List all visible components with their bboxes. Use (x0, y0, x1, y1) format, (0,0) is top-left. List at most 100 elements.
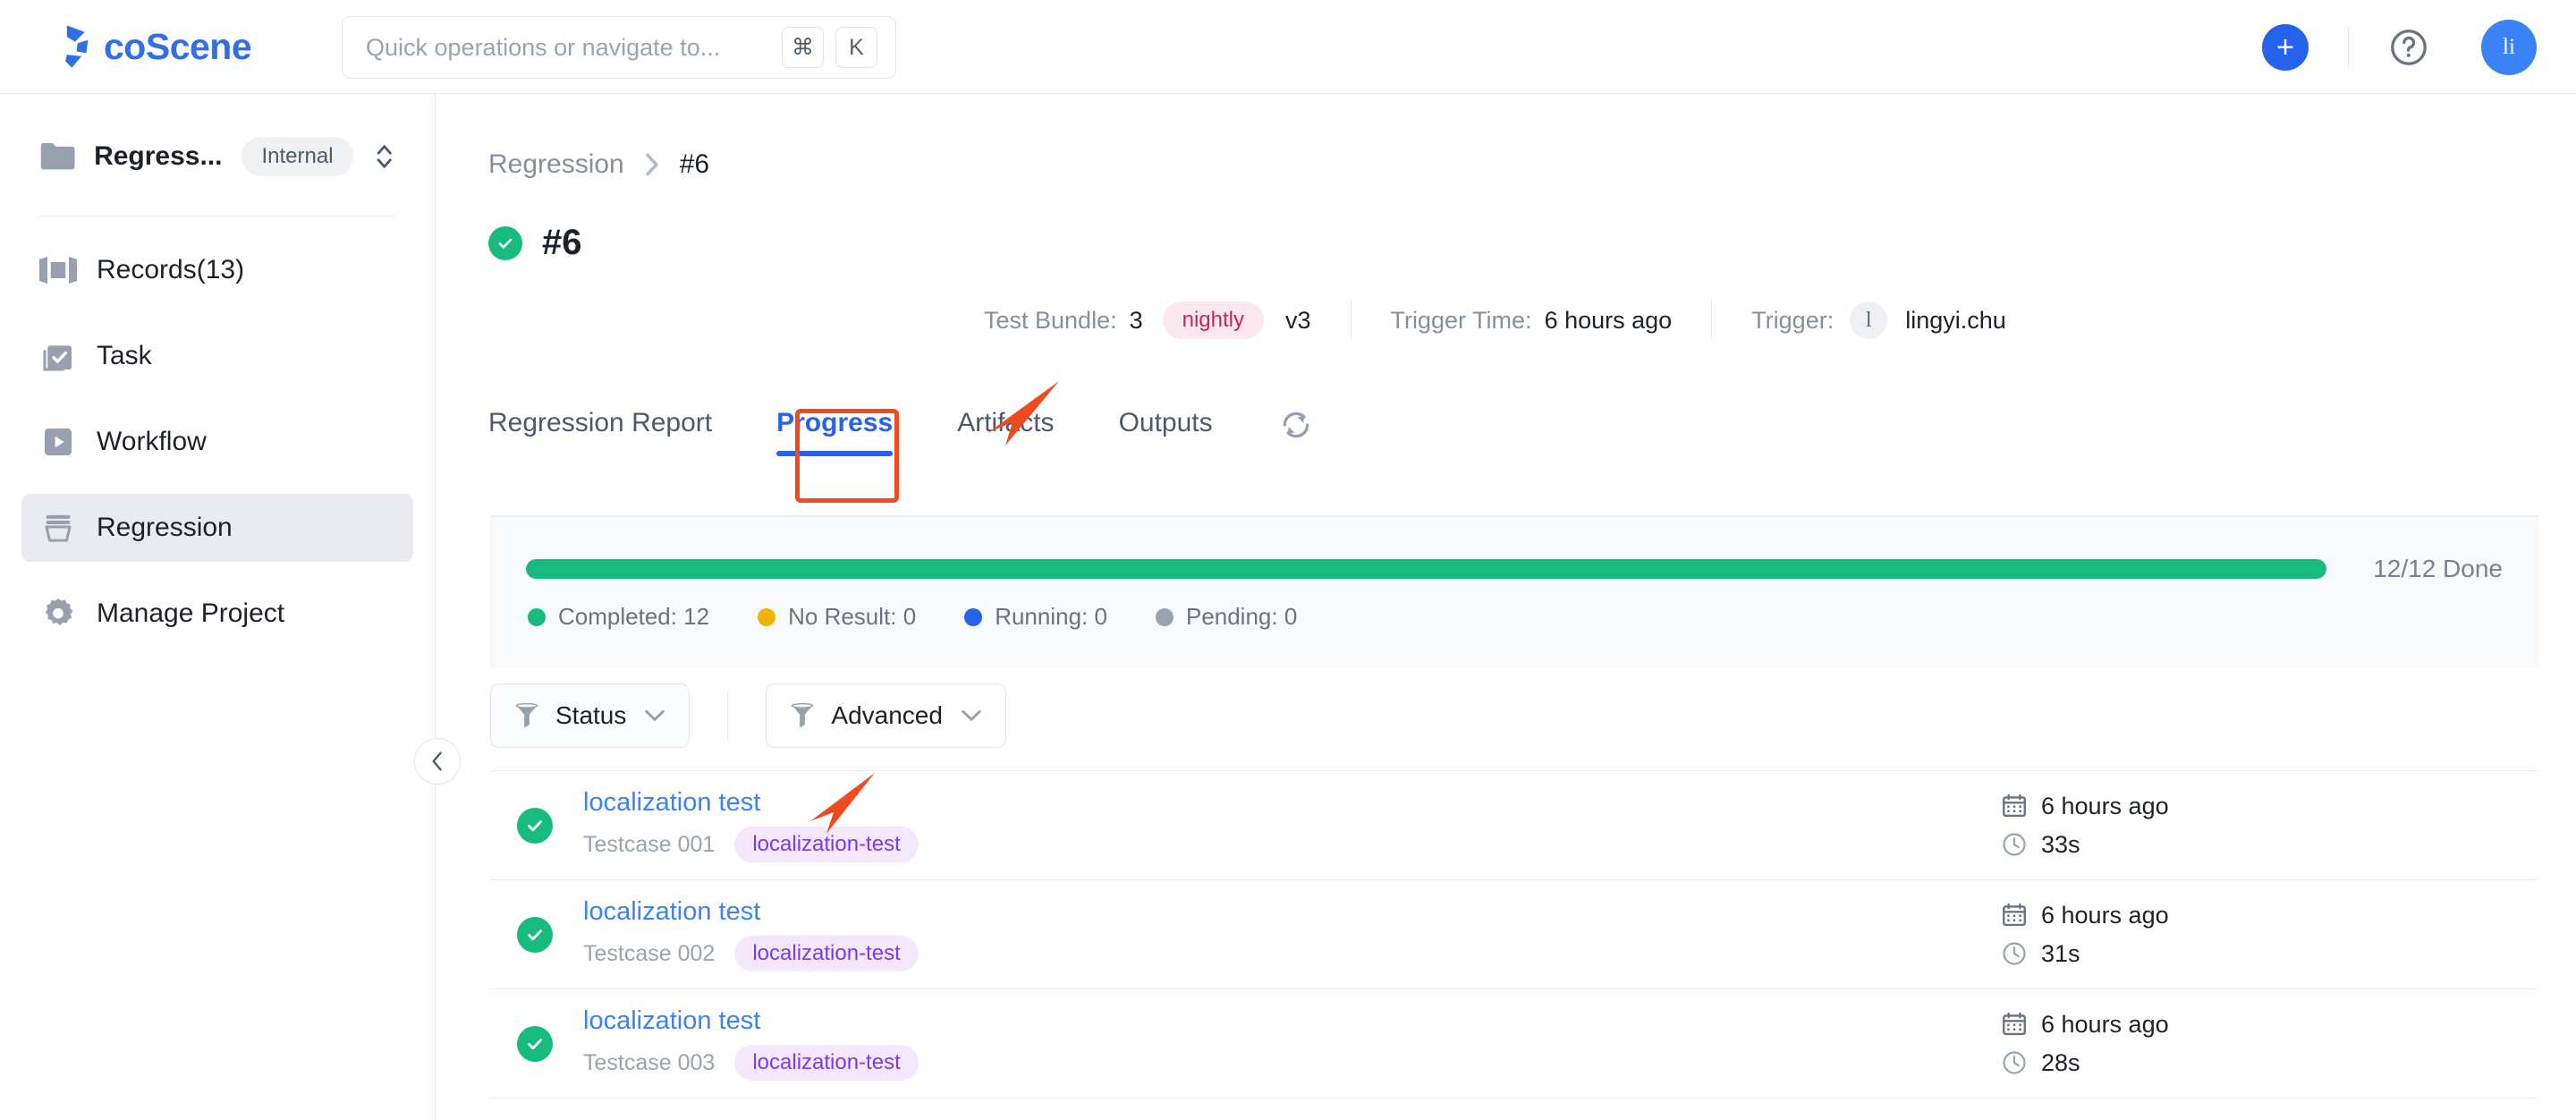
progress-bar-fill (526, 559, 2327, 579)
row-main: localization test Testcase 003 localizat… (583, 1006, 1966, 1081)
clock-icon (2003, 942, 2026, 965)
sidebar-item-label: Workflow (97, 427, 207, 456)
legend-dot-running (964, 607, 983, 626)
nightly-tag: nightly (1162, 301, 1264, 339)
global-search[interactable]: ⌘ K (342, 16, 896, 79)
status-success-icon (488, 225, 522, 260)
chevron-updown-icon[interactable] (373, 141, 395, 172)
sidebar-item-label: Manage Project (97, 598, 285, 628)
records-icon (39, 251, 77, 289)
legend-label: No Result: 0 (788, 603, 917, 630)
legend-dot-pending (1155, 607, 1174, 626)
calendar-icon (2003, 903, 2026, 927)
sidebar-item-records[interactable]: Records(13) (21, 236, 413, 304)
search-input[interactable] (343, 33, 782, 62)
trigger-time-label: Trigger Time: (1390, 306, 1532, 334)
chevron-left-icon (432, 751, 442, 771)
progress-caption: 12/12 Done (2373, 555, 2503, 582)
brand-name: coScene (104, 25, 252, 67)
sidebar-nav: Records(13) Task Workflow Regression Man… (0, 236, 435, 648)
sidebar-item-workflow[interactable]: Workflow (21, 408, 413, 476)
filter-toolbar: Status Advanced (490, 666, 1006, 765)
row-tag: localization-test (734, 1045, 919, 1081)
row-meta-group: 6 hours ago 33s (1966, 793, 2538, 859)
legend-label: Running: 0 (995, 603, 1107, 630)
row-case-name: Testcase 001 (583, 831, 716, 857)
trigger-user-name: lingyi.chu (1905, 306, 2006, 334)
row-duration: 33s (2002, 831, 2538, 859)
row-time-text: 6 hours ago (2041, 792, 2169, 819)
sidebar-item-label: Regression (97, 513, 233, 542)
status-filter-button[interactable]: Status (490, 683, 691, 748)
project-name: Regress... (94, 141, 223, 171)
help-icon[interactable] (2388, 27, 2429, 68)
table-row[interactable]: localization test Testcase 003 localizat… (490, 989, 2538, 1099)
table-row[interactable]: localization test Testcase 002 localizat… (490, 880, 2538, 989)
row-status-success-icon (517, 916, 553, 953)
row-time: 6 hours ago (2002, 793, 2538, 820)
task-icon (39, 337, 77, 375)
sidebar-collapse-button[interactable] (414, 738, 461, 785)
regression-icon (39, 509, 77, 547)
advanced-filter-button[interactable]: Advanced (766, 683, 1006, 748)
tab-outputs[interactable]: Outputs (1119, 408, 1213, 456)
top-header-bar: coScene ⌘ K + li (0, 0, 2576, 94)
row-subtitle: Testcase 001 localization-test (583, 827, 1966, 862)
row-time: 6 hours ago (2002, 1011, 2538, 1039)
row-meta-group: 6 hours ago 31s (1966, 902, 2538, 968)
row-tag: localization-test (734, 936, 919, 972)
tab-progress[interactable]: Progress (776, 408, 894, 456)
clock-icon (2003, 1051, 2026, 1074)
table-row[interactable]: localization test Testcase 001 localizat… (490, 771, 2538, 880)
row-tag: localization-test (734, 827, 919, 862)
search-shortcut-group: ⌘ K (782, 27, 895, 68)
row-title-link[interactable]: localization test (583, 788, 760, 818)
brand-logo[interactable]: coScene (39, 21, 252, 72)
command-key-badge: ⌘ (782, 27, 824, 68)
test-bundle-value: 3 (1129, 306, 1143, 334)
trigger-user-avatar: l (1850, 301, 1888, 339)
legend-running: Running: 0 (964, 603, 1107, 631)
row-subtitle: Testcase 002 localization-test (583, 936, 1966, 972)
page-title: #6 (542, 223, 582, 262)
trigger-time-value: 6 hours ago (1544, 306, 1673, 334)
row-time: 6 hours ago (2002, 902, 2538, 929)
status-filter-label: Status (555, 701, 627, 729)
trigger-label: Trigger: (1751, 306, 1835, 334)
tab-regression-report[interactable]: Regression Report (488, 408, 712, 456)
row-title-link[interactable]: localization test (583, 897, 760, 927)
row-case-name: Testcase 002 (583, 940, 716, 966)
page-header: #6 (488, 223, 2576, 263)
row-title-link[interactable]: localization test (583, 1006, 760, 1036)
chevron-right-icon (646, 153, 658, 176)
filter-icon (792, 702, 814, 728)
sidebar-item-label: Records(13) (97, 255, 245, 284)
row-time-text: 6 hours ago (2041, 1010, 2169, 1038)
breadcrumb-parent[interactable]: Regression (488, 149, 624, 180)
project-selector[interactable]: Regress... Internal (39, 130, 395, 183)
filter-divider (727, 692, 729, 739)
legend-label: Completed: 12 (558, 603, 710, 630)
run-metadata: Test Bundle: 3 nightly v3 Trigger Time: … (984, 301, 2576, 340)
chevron-down-icon (962, 709, 981, 721)
calendar-icon (2003, 793, 2026, 818)
sidebar-item-regression[interactable]: Regression (21, 494, 413, 562)
test-bundle-label: Test Bundle: (984, 306, 1117, 334)
sidebar-item-manage-project[interactable]: Manage Project (21, 580, 413, 648)
sidebar-item-task[interactable]: Task (21, 322, 413, 390)
progress-summary-panel: 12/12 Done Completed: 12 No Result: 0 Ru… (490, 517, 2538, 667)
row-subtitle: Testcase 003 localization-test (583, 1045, 1966, 1081)
k-key-badge: K (835, 27, 877, 68)
sidebar-item-label: Task (97, 341, 152, 370)
avatar[interactable]: li (2481, 19, 2537, 75)
gear-icon (39, 595, 77, 632)
row-meta-group: 6 hours ago 28s (1966, 1011, 2538, 1077)
row-time-text: 6 hours ago (2041, 901, 2169, 929)
header-actions: + li (2262, 0, 2537, 94)
sidebar: Regress... Internal Records(13) Task Wor… (0, 94, 436, 1120)
row-main: localization test Testcase 001 localizat… (583, 788, 1966, 862)
row-duration-text: 33s (2041, 830, 2080, 858)
add-button[interactable]: + (2262, 23, 2309, 71)
refresh-icon[interactable] (1277, 406, 1315, 444)
tab-artifacts[interactable]: Artifacts (957, 408, 1054, 456)
